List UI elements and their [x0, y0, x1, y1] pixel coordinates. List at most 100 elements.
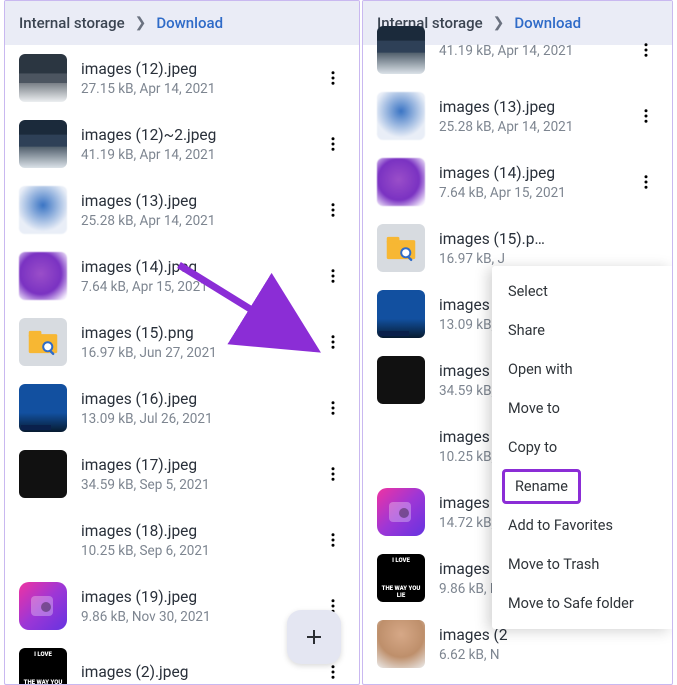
file-thumbnail	[19, 516, 67, 564]
file-thumbnail	[377, 158, 425, 206]
file-row[interactable]: images (12).jpeg27.15 kB, Apr 14, 2021	[5, 45, 359, 111]
folder-search-icon	[19, 318, 67, 366]
file-meta: images (14).jpeg7.64 kB, Apr 15, 2021	[439, 163, 634, 202]
more-vert-icon	[324, 69, 342, 87]
file-thumbnail: I LOVETHE WAY YOU LIE	[19, 648, 67, 685]
file-subtitle: 9.86 kB, Nov 30, 2021	[81, 608, 321, 626]
context-menu-item[interactable]: Open with	[492, 350, 672, 389]
more-options-button[interactable]	[634, 107, 658, 125]
file-row[interactable]: images (18).jpeg10.25 kB, Sep 6, 2021	[5, 507, 359, 573]
file-meta: images (13).jpeg25.28 kB, Apr 14, 2021	[81, 191, 321, 230]
file-name: images (15).png	[81, 323, 321, 343]
file-row[interactable]: images (15).png16.97 kB, Jun 27, 2021	[5, 309, 359, 375]
file-thumbnail	[19, 54, 67, 102]
file-meta: images (15).png16.97 kB, Jun 27, 2021	[81, 323, 321, 362]
more-options-button[interactable]	[321, 465, 345, 483]
file-meta: images (19).jpeg9.86 kB, Nov 30, 2021	[81, 587, 321, 626]
more-vert-icon	[324, 663, 342, 681]
file-name: images (12).jpeg	[81, 59, 321, 79]
file-subtitle: 34.59 kB, Sep 5, 2021	[81, 476, 321, 494]
file-row[interactable]: images (16).jpeg13.09 kB, Jul 26, 2021	[5, 375, 359, 441]
breadcrumb-current[interactable]: Download	[156, 14, 223, 32]
file-meta: images (18).jpeg10.25 kB, Sep 6, 2021	[81, 521, 321, 560]
context-menu-item[interactable]: Add to Favorites	[492, 506, 672, 545]
more-options-button[interactable]	[321, 531, 345, 549]
context-menu-item[interactable]: Move to Safe folder	[492, 584, 672, 623]
file-name: images (19).jpeg	[81, 587, 321, 607]
file-panel-right: Internal storage ❯ Download 41.19 kB, Ap…	[362, 0, 673, 685]
file-row[interactable]: images (17).jpeg34.59 kB, Sep 5, 2021	[5, 441, 359, 507]
file-thumbnail	[19, 384, 67, 432]
file-name: images (13).jpeg	[439, 97, 634, 117]
file-name: images (14).jpeg	[439, 163, 634, 183]
more-vert-icon	[324, 135, 342, 153]
context-menu-item[interactable]: Copy to	[492, 428, 672, 467]
more-options-button[interactable]	[634, 41, 658, 59]
file-name: images (13).jpeg	[81, 191, 321, 211]
more-vert-icon	[637, 107, 655, 125]
file-thumbnail	[377, 488, 425, 536]
file-subtitle: 7.64 kB, Apr 15, 2021	[81, 278, 321, 296]
file-row[interactable]: images (14).jpeg7.64 kB, Apr 15, 2021	[5, 243, 359, 309]
file-row[interactable]: images (14).jpeg7.64 kB, Apr 15, 2021	[363, 149, 672, 215]
file-thumbnail	[19, 186, 67, 234]
file-subtitle: 41.19 kB, Apr 14, 2021	[439, 42, 634, 60]
more-vert-icon	[324, 201, 342, 219]
file-meta: 41.19 kB, Apr 14, 2021	[439, 41, 634, 60]
plus-icon	[302, 625, 326, 649]
file-meta: images (12).jpeg27.15 kB, Apr 14, 2021	[81, 59, 321, 98]
file-thumbnail: I LOVETHE WAY YOU LIE	[377, 554, 425, 602]
file-thumbnail	[19, 450, 67, 498]
add-fab[interactable]	[287, 610, 341, 664]
context-menu: SelectShareOpen withMove toCopy toRename…	[492, 266, 672, 629]
more-vert-icon	[637, 41, 655, 59]
more-vert-icon	[324, 399, 342, 417]
chevron-right-icon: ❯	[135, 15, 147, 31]
more-options-button[interactable]	[634, 173, 658, 191]
file-thumbnail	[19, 120, 67, 168]
file-panel-left: Internal storage ❯ Download images (12).…	[4, 0, 360, 685]
context-menu-item[interactable]: Move to Trash	[492, 545, 672, 584]
file-subtitle: 7.64 kB, Apr 15, 2021	[439, 184, 634, 202]
context-menu-item[interactable]: Rename	[502, 469, 581, 504]
file-row[interactable]: images (13).jpeg25.28 kB, Apr 14, 2021	[363, 83, 672, 149]
file-name: images (18).jpeg	[81, 521, 321, 541]
context-menu-item[interactable]: Select	[492, 272, 672, 311]
more-options-button[interactable]	[321, 69, 345, 87]
file-row[interactable]: images (12)~2.jpeg41.19 kB, Apr 14, 2021	[5, 111, 359, 177]
more-vert-icon	[324, 267, 342, 285]
more-options-button[interactable]	[321, 333, 345, 351]
file-meta: images (15).png16.97 kB, J	[439, 229, 549, 268]
file-name: images (17).jpeg	[81, 455, 321, 475]
more-options-button[interactable]	[321, 267, 345, 285]
file-thumbnail	[19, 252, 67, 300]
breadcrumb-root[interactable]: Internal storage	[19, 14, 125, 32]
more-vert-icon	[324, 531, 342, 549]
file-thumbnail	[377, 92, 425, 140]
file-name: images (12)~2.jpeg	[81, 125, 321, 145]
breadcrumb: Internal storage ❯ Download	[5, 1, 359, 45]
more-options-button[interactable]	[321, 135, 345, 153]
file-subtitle: 25.28 kB, Apr 14, 2021	[439, 118, 634, 136]
context-menu-item[interactable]: Move to	[492, 389, 672, 428]
context-menu-item[interactable]: Share	[492, 311, 672, 350]
more-options-button[interactable]	[321, 399, 345, 417]
more-options-button[interactable]	[321, 663, 345, 681]
file-thumbnail	[377, 620, 425, 668]
file-subtitle: 16.97 kB, J	[439, 250, 549, 268]
more-options-button[interactable]	[321, 201, 345, 219]
folder-search-icon	[377, 224, 425, 272]
file-thumbnail	[377, 356, 425, 404]
file-row[interactable]: 41.19 kB, Apr 14, 2021	[363, 17, 672, 83]
file-subtitle: 27.15 kB, Apr 14, 2021	[81, 80, 321, 98]
file-subtitle: 16.97 kB, Jun 27, 2021	[81, 344, 321, 362]
file-thumbnail	[377, 290, 425, 338]
file-subtitle: 25.28 kB, Apr 14, 2021	[81, 212, 321, 230]
file-meta: images (2).jpeg	[81, 662, 321, 683]
file-name: images (15).png	[439, 229, 549, 249]
file-row[interactable]: images (13).jpeg25.28 kB, Apr 14, 2021	[5, 177, 359, 243]
file-name: images (16).jpeg	[81, 389, 321, 409]
file-name: images (14).jpeg	[81, 257, 321, 277]
file-meta: images (17).jpeg34.59 kB, Sep 5, 2021	[81, 455, 321, 494]
file-meta: images (26.62 kB, N	[439, 625, 549, 664]
